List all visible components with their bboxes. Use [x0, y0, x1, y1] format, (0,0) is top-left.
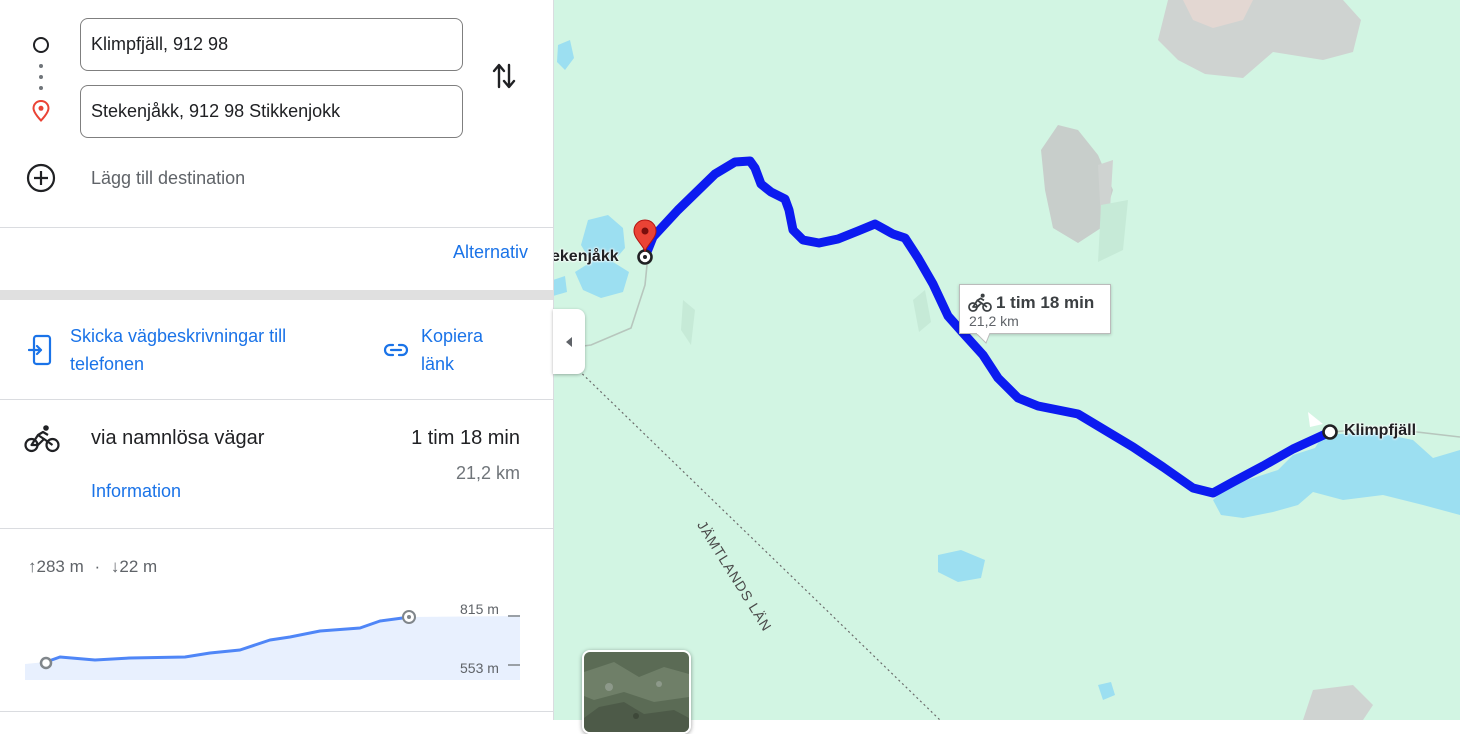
- map-label-origin[interactable]: Klimpfjäll: [1344, 422, 1416, 440]
- route-duration: 1 tim 18 min: [411, 427, 520, 449]
- terrain-area: [1303, 685, 1373, 720]
- route-direction-marker: [1308, 412, 1323, 427]
- descent-value: 22 m: [119, 557, 158, 576]
- stat-separator: ·: [94, 557, 101, 576]
- map-canvas[interactable]: Stekenjåkk Klimpfjäll JÄMTLANDS LÄN: [553, 0, 1460, 720]
- route-card[interactable]: via namnlösa vägar 1 tim 18 min 21,2 km …: [0, 400, 553, 528]
- satellite-preview-image: [584, 652, 689, 732]
- caret-left-icon: [566, 336, 572, 347]
- swap-arrows-icon: [492, 63, 516, 89]
- link-icon: [383, 343, 409, 357]
- destination-pin-icon: [28, 98, 54, 124]
- send-to-phone-button[interactable]: Skicka vägbeskrivningar till telefonen: [28, 322, 340, 378]
- route-details-link[interactable]: Information: [91, 481, 181, 502]
- origin-marker-icon: [1322, 424, 1338, 440]
- tooltip-distance: 21,2 km: [969, 313, 1019, 329]
- divider: [0, 227, 553, 228]
- swap-waypoints-button[interactable]: [487, 58, 521, 94]
- route-distance: 21,2 km: [455, 463, 520, 483]
- add-circle-icon: [26, 163, 56, 193]
- origin-input[interactable]: [80, 18, 463, 71]
- elevation-end-dot: [407, 615, 411, 619]
- tooltip-duration: 1 tim 18 min: [996, 293, 1095, 312]
- origin-circle-icon: [28, 32, 54, 58]
- send-to-phone-icon: [28, 334, 52, 366]
- elevation-stats: ↑283 m · ↓22 m: [28, 557, 157, 577]
- collapse-panel-button[interactable]: [553, 309, 585, 374]
- route-tooltip[interactable]: 1 tim 18 min 21,2 km: [959, 284, 1111, 344]
- add-destination-label: Lägg till destination: [91, 167, 246, 188]
- send-to-phone-label: Skicka vägbeskrivningar till telefonen: [70, 326, 287, 374]
- section-separator: [0, 290, 553, 300]
- copy-link-label: Kopiera länk: [421, 326, 484, 374]
- terrain-area: [1158, 0, 1361, 78]
- pin-hole: [641, 227, 649, 235]
- lake: [557, 40, 574, 70]
- terrain-shade: [1098, 200, 1128, 262]
- elevation-min-label: 553 m: [460, 660, 499, 676]
- elevation-start-marker: [39, 656, 53, 670]
- destination-marker-dot: [643, 255, 647, 259]
- lake: [553, 276, 567, 296]
- terrain-shade: [913, 290, 931, 332]
- add-destination-button[interactable]: Lägg till destination: [24, 162, 324, 194]
- route-title: via namnlösa vägar: [91, 427, 265, 449]
- ascent-value: 283 m: [36, 557, 84, 576]
- layers-toggle-thumbnail[interactable]: [582, 650, 691, 734]
- elevation-profile-chart: 815 m 553 m: [25, 601, 520, 680]
- options-link[interactable]: Alternativ: [453, 242, 528, 263]
- elevation-max-label: 815 m: [460, 601, 499, 617]
- route-dots: [39, 64, 43, 68]
- bicycle-icon: [24, 425, 60, 453]
- route-dot: [39, 86, 43, 90]
- tooltip-pointer: [976, 333, 991, 344]
- bicycle-icon: [968, 293, 992, 312]
- map-label-destination[interactable]: Stekenjåkk: [553, 248, 619, 266]
- directions-panel: Lägg till destination Alternativ Skicka …: [0, 0, 554, 720]
- copy-link-button[interactable]: Kopiera länk: [383, 322, 521, 378]
- terrain-shade: [681, 300, 695, 345]
- elevation-area: [25, 616, 520, 680]
- divider: [0, 711, 553, 712]
- map-graphics: [553, 0, 1460, 720]
- divider: [0, 528, 553, 529]
- lake: [1098, 682, 1115, 700]
- ascent-arrow-icon: ↑: [28, 557, 37, 576]
- route-dot: [39, 75, 43, 79]
- destination-input[interactable]: [80, 85, 463, 138]
- lake: [938, 550, 985, 582]
